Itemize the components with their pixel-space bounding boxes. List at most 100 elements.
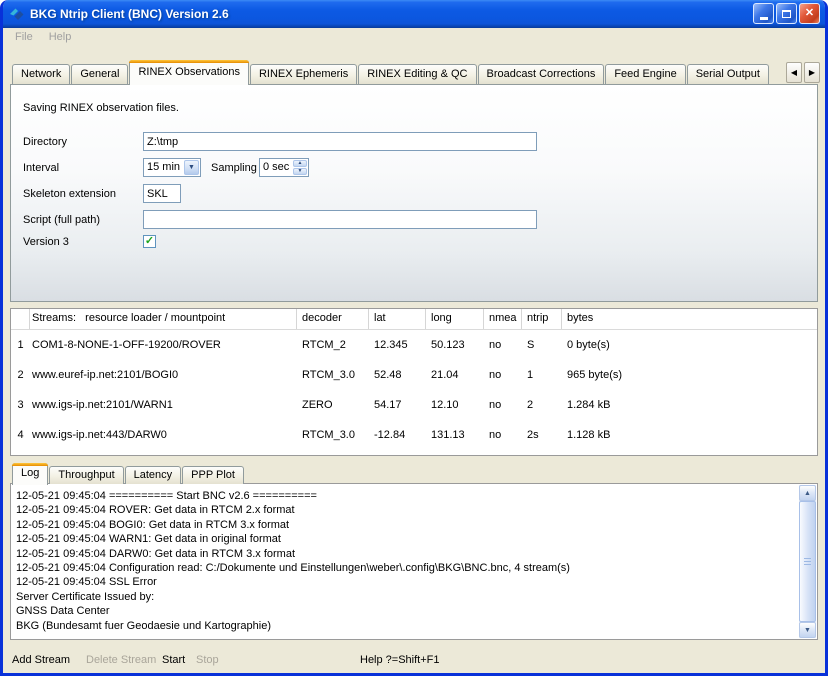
- header-bytes[interactable]: bytes: [562, 309, 817, 329]
- cell-decoder: RTCM_3.0: [297, 369, 369, 381]
- row-number: 2: [11, 369, 30, 381]
- help-shortcut-text: Help ?=Shift+F1: [360, 654, 440, 666]
- cell-mountpoint: www.igs-ip.net:443/DARW0: [30, 429, 297, 441]
- menubar: File Help: [3, 28, 825, 46]
- directory-input[interactable]: [143, 132, 537, 151]
- cell-ntrip: 2: [522, 399, 562, 411]
- stream-row[interactable]: 4 www.igs-ip.net:443/DARW0 RTCM_3.0 -12.…: [11, 420, 817, 450]
- streams-table-header: Streams: resource loader / mountpoint de…: [11, 309, 817, 330]
- script-label: Script (full path): [23, 214, 100, 226]
- tab-throughput[interactable]: Throughput: [49, 466, 123, 484]
- cell-decoder: ZERO: [297, 399, 369, 411]
- script-input[interactable]: [143, 210, 537, 229]
- cell-long: 131.13: [426, 429, 484, 441]
- log-scrollbar[interactable]: ▲ ▼: [799, 485, 816, 638]
- header-decoder[interactable]: decoder: [297, 309, 369, 329]
- close-button[interactable]: ✕: [799, 3, 820, 24]
- tab-network[interactable]: Network: [12, 64, 70, 84]
- window-title: BKG Ntrip Client (BNC) Version 2.6: [30, 7, 229, 21]
- cell-lat: -12.84: [369, 429, 426, 441]
- header-ntrip[interactable]: ntrip: [522, 309, 562, 329]
- spin-up-icon: ▲: [298, 161, 303, 166]
- cell-bytes: 0 byte(s): [562, 339, 817, 351]
- streams-table: Streams: resource loader / mountpoint de…: [10, 308, 818, 456]
- tab-serial-output[interactable]: Serial Output: [687, 64, 769, 84]
- log-line: GNSS Data Center: [16, 604, 794, 618]
- header-mountpoint[interactable]: Streams: resource loader / mountpoint: [30, 309, 297, 329]
- tab-log[interactable]: Log: [12, 463, 48, 485]
- delete-stream-button: Delete Stream: [86, 654, 156, 666]
- log-line: 12-05-21 09:45:04 WARN1: Get data in ori…: [16, 532, 794, 546]
- stream-row[interactable]: 2 www.euref-ip.net:2101/BOGI0 RTCM_3.0 5…: [11, 360, 817, 390]
- cell-long: 12.10: [426, 399, 484, 411]
- interval-dropdown-button[interactable]: ▼: [184, 160, 199, 175]
- log-line: 12-05-21 09:45:04 ROVER: Get data in RTC…: [16, 503, 794, 517]
- header-long[interactable]: long: [426, 309, 484, 329]
- tab-scroll-controls: ◀ ▶: [784, 62, 820, 83]
- cell-bytes: 965 byte(s): [562, 369, 817, 381]
- row-number: 3: [11, 399, 30, 411]
- stream-row[interactable]: 1 COM1-8-NONE-1-OFF-19200/ROVER RTCM_2 1…: [11, 330, 817, 360]
- tab-scroll-right-button[interactable]: ▶: [804, 62, 820, 83]
- tab-ppp-plot[interactable]: PPP Plot: [182, 466, 244, 484]
- menu-file[interactable]: File: [7, 31, 41, 43]
- scrollbar-thumb[interactable]: [799, 501, 816, 622]
- add-stream-button[interactable]: Add Stream: [12, 654, 70, 666]
- tab-scroll-left-icon: ◀: [791, 68, 797, 77]
- header-lat[interactable]: lat: [369, 309, 426, 329]
- scroll-down-button[interactable]: ▼: [799, 622, 816, 638]
- tab-scroll-right-icon: ▶: [809, 68, 815, 77]
- cell-ntrip: 2s: [522, 429, 562, 441]
- maximize-button[interactable]: [776, 3, 797, 24]
- start-button[interactable]: Start: [162, 654, 185, 666]
- interval-label: Interval: [23, 162, 59, 174]
- directory-label: Directory: [23, 136, 67, 148]
- bottom-tabbar: Log Throughput Latency PPP Plot: [12, 463, 245, 484]
- titlebar[interactable]: BKG Ntrip Client (BNC) Version 2.6 ✕: [3, 0, 825, 28]
- version3-label: Version 3: [23, 236, 69, 248]
- sampling-spin-buttons: ▲ ▼: [293, 160, 307, 175]
- spin-up-button[interactable]: ▲: [293, 160, 307, 167]
- cell-nmea: no: [484, 429, 522, 441]
- header-nmea[interactable]: nmea: [484, 309, 522, 329]
- tab-scroll-left-button[interactable]: ◀: [786, 62, 802, 83]
- sampling-label: Sampling: [211, 162, 257, 174]
- version3-checkbox[interactable]: ✓: [143, 235, 156, 248]
- stop-button: Stop: [196, 654, 219, 666]
- app-logo-icon: [9, 6, 25, 22]
- tab-rinex-ephemeris[interactable]: RINEX Ephemeris: [250, 64, 357, 84]
- cell-nmea: no: [484, 339, 522, 351]
- cell-ntrip: S: [522, 339, 562, 351]
- minimize-icon: [760, 17, 768, 20]
- minimize-button[interactable]: [753, 3, 774, 24]
- interval-combobox[interactable]: 15 min ▼: [143, 158, 201, 177]
- sampling-spinner[interactable]: 0 sec ▲ ▼: [259, 158, 309, 177]
- log-line: BKG (Bundesamt fuer Geodaesie und Kartog…: [16, 619, 794, 633]
- panel-description: Saving RINEX observation files.: [23, 102, 179, 114]
- cell-mountpoint: www.igs-ip.net:2101/WARN1: [30, 399, 297, 411]
- skeleton-extension-label: Skeleton extension: [23, 188, 116, 200]
- spin-down-button[interactable]: ▼: [293, 168, 307, 175]
- cell-ntrip: 1: [522, 369, 562, 381]
- cell-long: 50.123: [426, 339, 484, 351]
- tab-broadcast-corrections[interactable]: Broadcast Corrections: [478, 64, 605, 84]
- bnc-window: BKG Ntrip Client (BNC) Version 2.6 ✕ Fil…: [0, 0, 828, 676]
- cell-mountpoint: www.euref-ip.net:2101/BOGI0: [30, 369, 297, 381]
- log-line: Server Certificate Issued by:: [16, 590, 794, 604]
- log-panel[interactable]: 12-05-21 09:45:04 ========== Start BNC v…: [10, 483, 818, 640]
- scroll-up-button[interactable]: ▲: [799, 485, 816, 501]
- skeleton-extension-input[interactable]: [143, 184, 181, 203]
- tab-general[interactable]: General: [71, 64, 128, 84]
- tab-latency[interactable]: Latency: [125, 466, 182, 484]
- log-line: 12-05-21 09:45:04 BOGI0: Get data in RTC…: [16, 518, 794, 532]
- cell-mountpoint: COM1-8-NONE-1-OFF-19200/ROVER: [30, 339, 297, 351]
- stream-row[interactable]: 3 www.igs-ip.net:2101/WARN1 ZERO 54.17 1…: [11, 390, 817, 420]
- cell-nmea: no: [484, 399, 522, 411]
- row-number: 1: [11, 339, 30, 351]
- tab-feed-engine[interactable]: Feed Engine: [605, 64, 685, 84]
- log-line: 12-05-21 09:45:04 Configuration read: C:…: [16, 561, 794, 575]
- tab-rinex-observations[interactable]: RINEX Observations: [129, 60, 248, 85]
- tab-rinex-editing-qc[interactable]: RINEX Editing & QC: [358, 64, 476, 84]
- menu-help[interactable]: Help: [41, 31, 80, 43]
- window-controls: ✕: [751, 3, 820, 24]
